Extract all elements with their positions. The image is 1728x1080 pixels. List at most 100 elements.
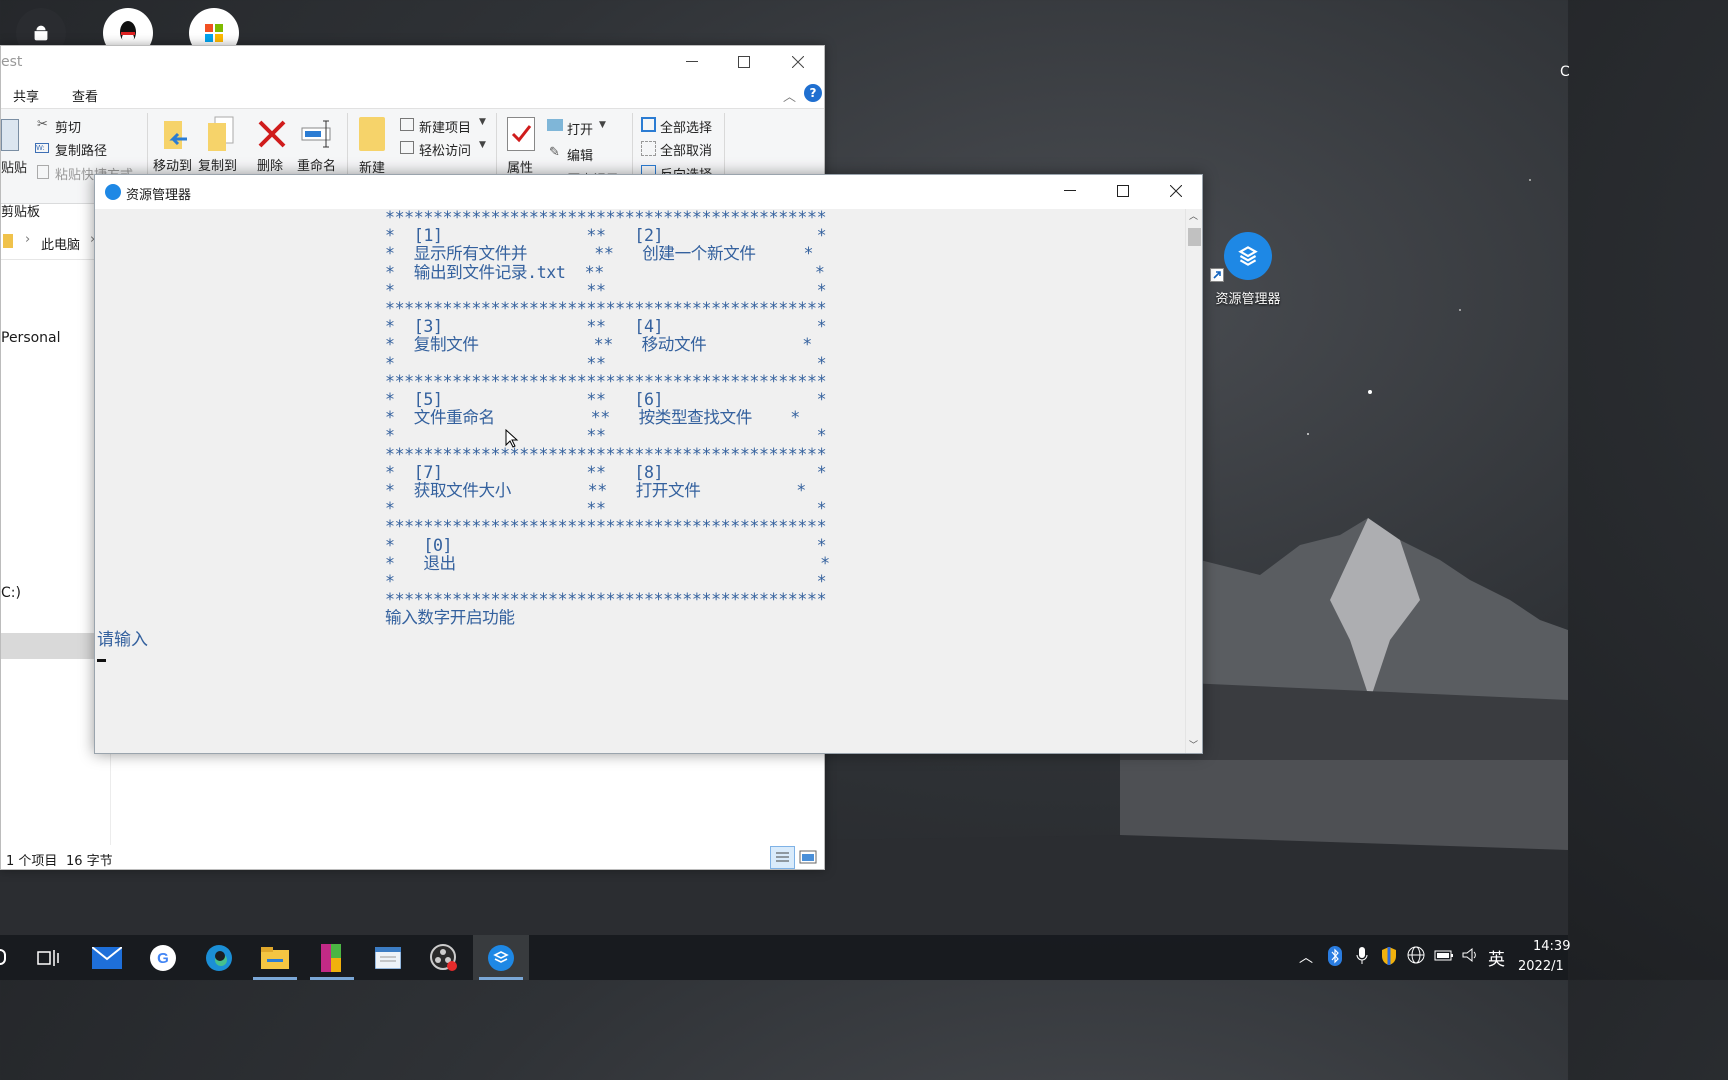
breadcrumb-this-pc[interactable]: 此电脑 (41, 234, 80, 253)
selection-size: 16 字节 (66, 854, 113, 869)
move-to-button[interactable]: 移动到 (153, 155, 192, 174)
tray-overflow-chevron-icon[interactable]: ︿ (1299, 947, 1313, 967)
tab-share[interactable]: 共享 (13, 86, 39, 105)
open-icon (547, 119, 563, 131)
status-bar: 1 个项目 16 字节 (1, 846, 824, 870)
rename-icon (301, 119, 335, 149)
rename-button[interactable]: 重命名 (297, 155, 336, 174)
copy-path-icon: W: (35, 143, 49, 153)
winrar-icon[interactable] (304, 935, 360, 980)
explorer-titlebar[interactable]: est (1, 46, 824, 78)
scroll-down-arrow-icon[interactable]: ﹀ (1189, 738, 1198, 751)
input-method-indicator[interactable]: 英 (1488, 945, 1505, 970)
close-button[interactable] (1153, 175, 1199, 207)
clock-time[interactable]: 14:39 (1533, 939, 1570, 954)
delete-button[interactable]: 删除 (257, 155, 283, 174)
sidebar-item-drive[interactable]: C:) (1, 585, 21, 601)
maximize-button[interactable] (1100, 175, 1146, 207)
running-indicator (310, 977, 354, 980)
resource-manager-icon (1224, 232, 1272, 280)
delete-icon (257, 119, 287, 149)
console-line: * 复制文件 ** 移动文件 * (385, 335, 812, 355)
paste-shortcut-icon (37, 165, 49, 179)
console-line: * ** * (385, 353, 827, 373)
resource-manager-icon[interactable] (473, 935, 529, 980)
sidebar-item-personal[interactable]: Personal (1, 330, 61, 346)
console-line: * * (385, 572, 827, 592)
console-line: * [0] * (385, 535, 827, 555)
console-window[interactable]: 资源管理器 **********************************… (94, 174, 1203, 754)
properties-icon (507, 117, 535, 151)
dropdown-arrow-icon: ▼ (479, 117, 486, 127)
file-explorer-icon[interactable] (247, 935, 303, 980)
microphone-icon[interactable] (1355, 946, 1369, 970)
app-icon (105, 184, 121, 200)
select-none-icon (641, 141, 656, 156)
start-fragment-icon[interactable] (0, 949, 6, 965)
volume-icon[interactable] (1461, 946, 1479, 968)
console-scrollbar[interactable]: ︿ ﹀ (1185, 209, 1202, 753)
open-button[interactable]: 打开 (567, 119, 593, 138)
copy-to-button[interactable]: 复制到 (198, 155, 237, 174)
folder-icon (3, 234, 13, 248)
console-line: * [5] ** [6] * (385, 390, 827, 410)
new-item-icon (400, 118, 414, 131)
select-all-button[interactable]: 全部选择 (660, 117, 712, 136)
console-line: ****************************************… (385, 371, 827, 391)
paste-icon (1, 119, 19, 151)
text-cursor (97, 659, 106, 662)
edit-button[interactable]: 编辑 (567, 145, 593, 164)
console-line: * [7] ** [8] * (385, 462, 827, 482)
scroll-up-arrow-icon[interactable]: ︿ (1189, 209, 1198, 222)
select-all-icon (641, 117, 656, 132)
console-output[interactable]: ****************************************… (95, 209, 1185, 753)
console-line: * 获取文件大小 ** 打开文件 * (385, 481, 806, 501)
network-globe-icon[interactable] (1407, 946, 1425, 968)
new-item-button[interactable]: 新建项目 (419, 117, 471, 136)
chevron-up-icon[interactable]: ︿ (783, 86, 796, 105)
ribbon-tabs: 共享 查看 ︿ ? (1, 78, 824, 108)
large-icons-view-button[interactable] (798, 848, 818, 866)
console-title: 资源管理器 (126, 188, 192, 203)
new-folder-icon (359, 117, 385, 151)
easy-access-button[interactable]: 轻松访问 (419, 140, 471, 159)
mail-icon[interactable] (79, 935, 135, 980)
copy-to-icon (205, 115, 237, 151)
console-line: * 显示所有文件并 ** 创建一个新文件 * (385, 244, 814, 264)
close-button[interactable] (775, 46, 821, 78)
console-line: * ** * (385, 280, 827, 300)
clock-date[interactable]: 2022/1 (1518, 959, 1564, 974)
notepad-icon[interactable] (360, 935, 416, 980)
input-prompt: 请输入 (97, 630, 148, 650)
tab-view[interactable]: 查看 (72, 86, 98, 105)
security-shield-icon[interactable] (1381, 946, 1397, 970)
desktop-shortcut-resource-manager[interactable]: 资源管理器 (1208, 232, 1288, 307)
task-view-icon[interactable] (20, 935, 76, 980)
offscreen-fragment: C (1560, 64, 1570, 80)
running-indicator (253, 977, 297, 980)
battery-icon[interactable] (1434, 946, 1454, 968)
select-none-button[interactable]: 全部取消 (660, 140, 712, 159)
console-line: * [1] ** [2] * (385, 226, 827, 246)
mouse-pointer-icon (505, 429, 519, 448)
console-line: * ** * (385, 426, 827, 446)
cut-button[interactable]: 剪切 (55, 117, 81, 136)
google-icon[interactable]: G (135, 935, 191, 980)
details-view-button[interactable] (770, 846, 795, 869)
console-titlebar[interactable]: 资源管理器 (95, 175, 1202, 209)
dropdown-arrow-icon: ▼ (599, 120, 606, 130)
copy-path-button[interactable]: 复制路径 (55, 140, 107, 159)
edit-icon: ✎ (549, 145, 560, 160)
scrollbar-thumb[interactable] (1188, 228, 1201, 246)
minimize-button[interactable] (1047, 175, 1093, 207)
bluetooth-icon[interactable] (1328, 946, 1342, 970)
help-icon[interactable]: ? (804, 84, 822, 102)
edge-icon[interactable] (191, 935, 247, 980)
maximize-button[interactable] (721, 46, 767, 78)
shortcut-arrow-icon (1210, 268, 1224, 282)
svg-text:G: G (157, 950, 169, 967)
paste-button[interactable]: 贴贴 (1, 157, 27, 176)
console-line: * ** * (385, 499, 827, 519)
minimize-button[interactable] (669, 46, 715, 78)
obs-icon[interactable] (416, 935, 472, 980)
